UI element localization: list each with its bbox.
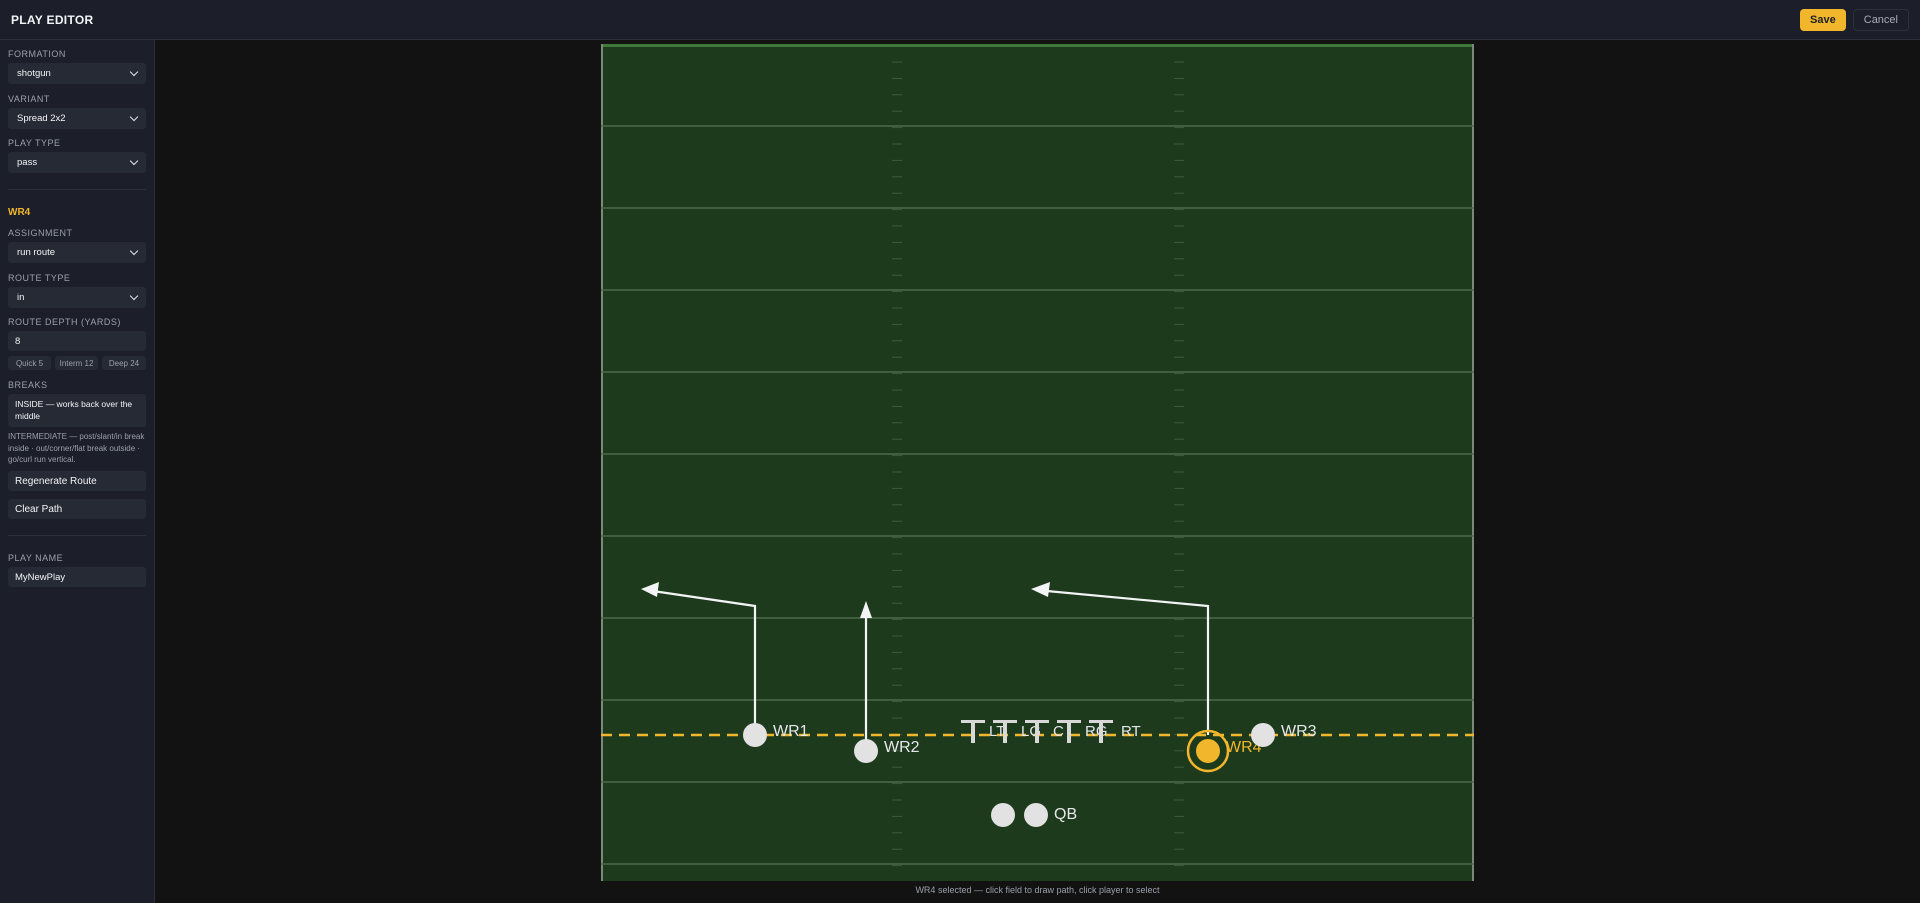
player-label: WR3 <box>1281 723 1317 740</box>
variant-value: Spread 2x2 <box>17 113 66 124</box>
assignment-value: run route <box>17 247 56 258</box>
lineman-marker <box>1067 720 1071 743</box>
lineman-label: C <box>1053 723 1064 740</box>
lineman-label: RT <box>1121 723 1141 740</box>
lineman-marker <box>971 720 975 743</box>
chevron-down-icon <box>129 246 139 256</box>
chevron-down-icon <box>129 291 139 301</box>
assignment-select[interactable]: run route <box>8 242 146 263</box>
breaks-value: INSIDE — works back over the middle <box>8 394 146 427</box>
player-label: WR2 <box>884 739 920 756</box>
deep-24-button[interactable]: Deep 24 <box>102 356 146 370</box>
football-field[interactable]: LT LG C RG RT WR1 WR2 WR4 WR3 QB <box>601 44 1474 881</box>
playtype-select[interactable]: pass <box>8 152 146 173</box>
variant-select[interactable]: Spread 2x2 <box>8 108 146 129</box>
breaks-hint: INTERMEDIATE — post/slant/in break insid… <box>8 432 145 464</box>
playtype-label: PLAY TYPE <box>8 138 61 148</box>
top-actions: Save Cancel <box>1800 8 1909 31</box>
variant-label: VARIANT <box>8 94 50 104</box>
divider <box>8 189 146 190</box>
lineman-marker <box>1035 720 1039 743</box>
playname-label: PLAY NAME <box>8 553 64 563</box>
assignment-label: ASSIGNMENT <box>8 228 73 238</box>
chevron-down-icon <box>129 112 139 122</box>
playtype-value: pass <box>17 157 38 168</box>
player-label: QB <box>1054 806 1077 823</box>
cancel-button[interactable]: Cancel <box>1852 8 1909 31</box>
save-button[interactable]: Save <box>1800 8 1846 31</box>
interm-12-button[interactable]: Interm 12 <box>55 356 98 370</box>
breaks-label: BREAKS <box>8 380 48 390</box>
chevron-down-icon <box>129 67 139 77</box>
player-marker <box>991 803 1015 827</box>
player-marker <box>1251 723 1275 747</box>
player-marker <box>743 723 767 747</box>
player-rb[interactable] <box>991 803 1015 827</box>
sidebar: FORMATION shotgun VARIANT Spread 2x2 PLA… <box>0 40 155 903</box>
player-marker <box>854 739 878 763</box>
field-canvas[interactable]: LT LG C RG RT WR1 WR2 WR4 WR3 QB <box>601 44 1474 881</box>
depth-label: ROUTE DEPTH (YARDS) <box>8 317 121 327</box>
player-marker <box>1024 803 1048 827</box>
top-bar: PLAY EDITOR Save Cancel <box>0 0 1920 40</box>
routetype-select[interactable]: in <box>8 287 146 308</box>
player-marker <box>1196 739 1220 763</box>
playname-input[interactable]: MyNewPlay <box>8 567 146 587</box>
chevron-down-icon <box>129 156 139 166</box>
quick-5-button[interactable]: Quick 5 <box>8 356 51 370</box>
formation-value: shotgun <box>17 68 51 79</box>
routetype-value: in <box>17 292 25 303</box>
field-surface[interactable] <box>601 44 1474 881</box>
lineman-label: RG <box>1085 723 1108 740</box>
routetype-label: ROUTE TYPE <box>8 273 71 283</box>
lineman-marker <box>1003 720 1007 743</box>
lineman-marker <box>1099 720 1103 743</box>
lineman-label: LT <box>989 723 1005 740</box>
divider <box>8 535 146 536</box>
formation-label: FORMATION <box>8 49 66 59</box>
status-text: WR4 selected — click field to draw path,… <box>915 885 1160 895</box>
regenerate-route-button[interactable]: Regenerate Route <box>8 471 146 491</box>
formation-select[interactable]: shotgun <box>8 63 146 84</box>
player-label: WR1 <box>773 723 809 740</box>
clear-path-button[interactable]: Clear Path <box>8 499 146 519</box>
page-title: PLAY EDITOR <box>11 12 94 27</box>
selected-player-title: WR4 <box>8 207 31 218</box>
depth-input[interactable]: 8 <box>8 331 146 351</box>
